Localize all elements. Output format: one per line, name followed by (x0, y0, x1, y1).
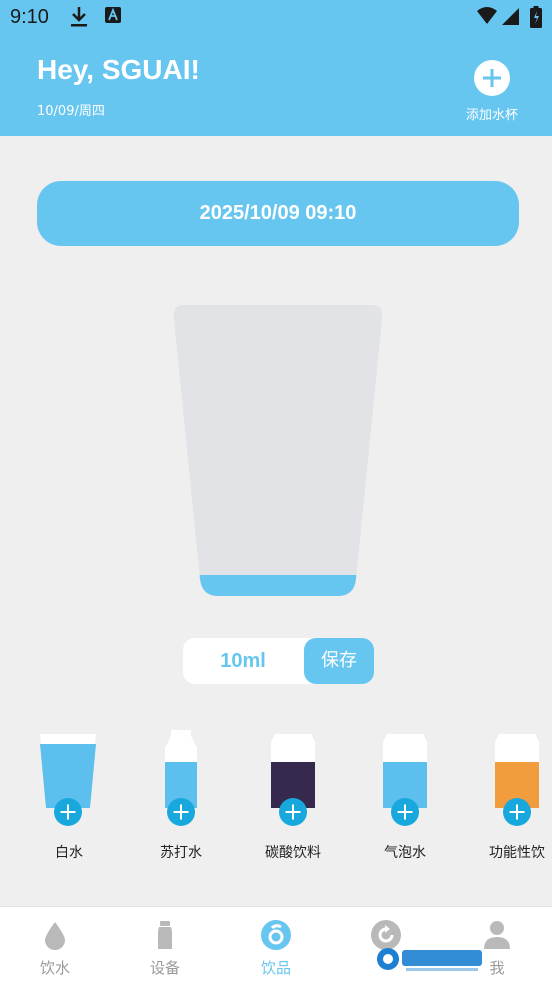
bottle-icon (158, 921, 172, 949)
drink-item-sparkling[interactable]: 气泡水 (355, 722, 455, 862)
header: Hey, SGUAI! 10/09/周四 添加水杯 (0, 36, 552, 136)
nav-item-device[interactable]: 设备 (110, 907, 220, 984)
add-drink-icon[interactable] (54, 798, 82, 826)
amount-value[interactable]: 10ml (183, 638, 303, 684)
add-drink-icon[interactable] (279, 798, 307, 826)
drink-item-soda[interactable]: 苏打水 (131, 722, 231, 862)
greeting: Hey, SGUAI! (37, 54, 200, 85)
drink-list: 白水 苏打水 碳酸饮料 气泡水 功能性饮 (0, 722, 552, 872)
nav-item-water[interactable]: 饮水 (0, 907, 110, 984)
text-app-icon (104, 6, 122, 30)
drink-label: 功能性饮 (489, 845, 545, 861)
save-button[interactable]: 保存 (304, 638, 374, 684)
nav-label: 饮品 (260, 959, 291, 977)
nav-item-drinks[interactable]: 饮品 (221, 907, 331, 984)
glass-water-level (173, 575, 383, 596)
add-drink-icon[interactable] (503, 798, 531, 826)
drink-label: 白水 (55, 845, 83, 861)
nav-label: 设备 (149, 959, 180, 977)
status-bar: 9:10 (0, 0, 552, 36)
watermark-logo (376, 944, 486, 974)
amount-control: 10ml 保存 (183, 638, 374, 684)
datetime-button[interactable]: 2025/10/09 09:10 (37, 181, 519, 246)
add-drink-icon[interactable] (167, 798, 195, 826)
drink-item-carbonated[interactable]: 碳酸饮料 (243, 722, 343, 862)
drink-label: 碳酸饮料 (265, 845, 321, 861)
header-date: 10/09/周四 (37, 104, 105, 119)
glass-body (173, 305, 383, 596)
drop-icon (45, 922, 65, 950)
plus-icon (474, 60, 510, 96)
wifi-icon (476, 6, 498, 30)
water-glass (172, 305, 384, 597)
drink-item-water[interactable]: 白水 (19, 722, 119, 862)
status-time: 9:10 (10, 6, 49, 28)
add-cup-label: 添加水杯 (465, 108, 518, 123)
drink-label: 苏打水 (160, 845, 202, 861)
add-cup-button[interactable]: 添加水杯 (462, 60, 522, 130)
download-icon (70, 6, 88, 32)
nav-label: 饮水 (39, 959, 70, 977)
battery-icon (530, 6, 542, 32)
signal-icon (500, 6, 520, 30)
drinks-icon (261, 920, 291, 950)
drink-label: 气泡水 (384, 845, 426, 861)
drink-item-functional[interactable]: 功能性饮 (467, 722, 552, 862)
add-drink-icon[interactable] (391, 798, 419, 826)
